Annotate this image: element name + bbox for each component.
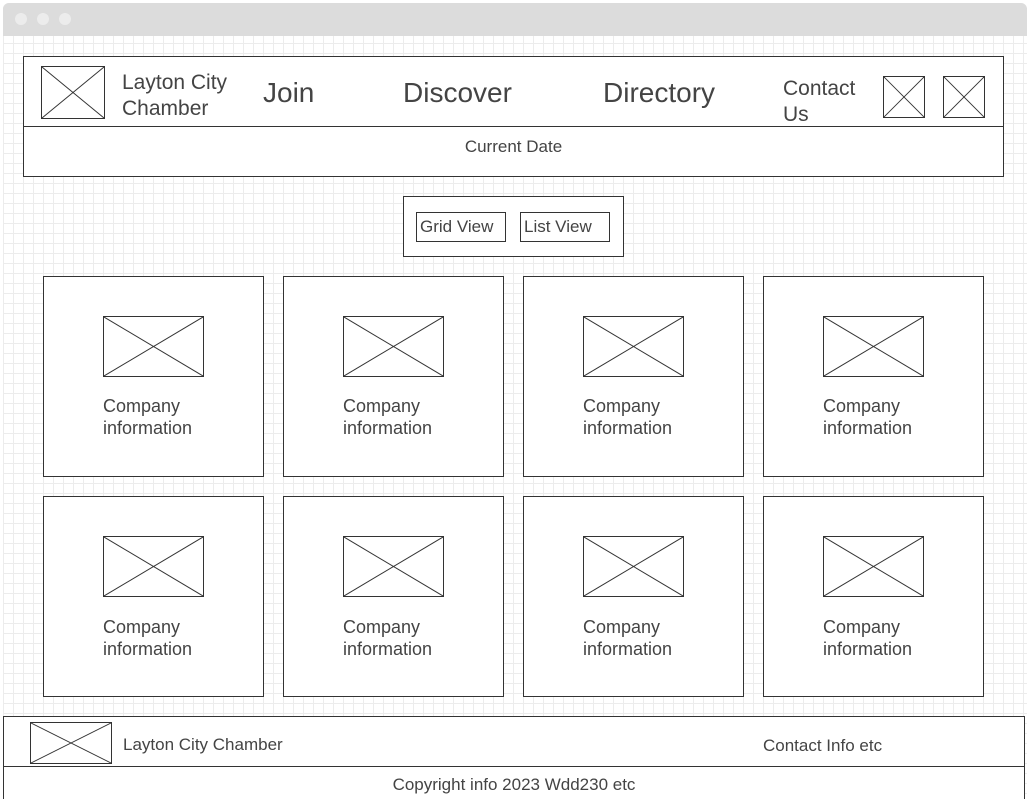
contact-line2: Us	[783, 103, 809, 126]
date-bar: Current Date	[23, 126, 1004, 177]
view-toggle: Grid View List View	[403, 196, 624, 257]
social-icon-placeholder[interactable]	[883, 76, 925, 118]
company-card[interactable]: Company information	[43, 496, 264, 697]
company-info: Company information	[343, 395, 432, 439]
company-info: Company information	[103, 395, 192, 439]
company-image-placeholder-icon	[823, 316, 924, 377]
company-info-line1: Company	[823, 396, 901, 416]
company-info: Company information	[583, 395, 672, 439]
footer-logo-placeholder-icon[interactable]	[30, 722, 112, 764]
company-image-placeholder-icon	[103, 536, 204, 597]
window-maximize-dot[interactable]	[59, 13, 71, 25]
company-info-line2: information	[823, 639, 913, 659]
footer-contact[interactable]: Contact Info etc	[763, 736, 882, 756]
nav-contact-us[interactable]: Contact Us	[783, 76, 855, 128]
company-info-line1: Company	[583, 396, 661, 416]
company-info-line1: Company	[103, 617, 181, 637]
nav-join[interactable]: Join	[263, 77, 314, 109]
company-info-line1: Company	[103, 396, 181, 416]
company-info-line2: information	[583, 418, 673, 438]
current-date: Current Date	[464, 137, 563, 156]
copyright-bar: Copyright info 2023 Wdd230 etc	[3, 766, 1025, 799]
company-image-placeholder-icon	[823, 536, 924, 597]
company-info-line1: Company	[823, 617, 901, 637]
company-image-placeholder-icon	[103, 316, 204, 377]
company-card[interactable]: Company information	[43, 276, 264, 477]
company-info: Company information	[103, 616, 192, 660]
brand-name[interactable]: Layton City Chamber	[122, 70, 227, 122]
company-info: Company information	[823, 395, 912, 439]
window-close-dot[interactable]	[15, 13, 27, 25]
site-header: Layton City Chamber Join Discover Direct…	[23, 56, 1004, 127]
company-card[interactable]: Company information	[763, 496, 984, 697]
company-info-line2: information	[343, 639, 433, 659]
company-info-line2: information	[103, 418, 193, 438]
nav-directory[interactable]: Directory	[603, 77, 715, 109]
contact-line1: Contact	[783, 77, 856, 100]
company-info-line2: information	[343, 418, 433, 438]
window-titlebar	[3, 3, 1027, 36]
company-info-line2: information	[823, 418, 913, 438]
company-card[interactable]: Company information	[283, 496, 504, 697]
window-minimize-dot[interactable]	[37, 13, 49, 25]
grid-view-button[interactable]: Grid View	[416, 212, 506, 242]
company-image-placeholder-icon	[343, 316, 444, 377]
brand-name-line2: Chamber	[122, 97, 209, 120]
company-info-line1: Company	[343, 617, 421, 637]
company-card[interactable]: Company information	[763, 276, 984, 477]
company-info: Company information	[343, 616, 432, 660]
company-info-line1: Company	[583, 617, 661, 637]
company-image-placeholder-icon	[343, 536, 444, 597]
company-info: Company information	[823, 616, 912, 660]
nav-discover[interactable]: Discover	[403, 77, 512, 109]
browser-window: Layton City Chamber Join Discover Direct…	[3, 3, 1027, 799]
company-info-line2: information	[583, 639, 673, 659]
company-card[interactable]: Company information	[283, 276, 504, 477]
social-icon-placeholder[interactable]	[943, 76, 985, 118]
site-footer: Layton City Chamber Contact Info etc	[3, 716, 1025, 767]
copyright-text: Copyright info 2023 Wdd230 etc	[392, 775, 636, 794]
company-info: Company information	[583, 616, 672, 660]
company-card[interactable]: Company information	[523, 496, 744, 697]
company-image-placeholder-icon	[583, 536, 684, 597]
footer-brand: Layton City Chamber	[123, 735, 283, 754]
company-card[interactable]: Company information	[523, 276, 744, 477]
logo-placeholder-icon[interactable]	[41, 66, 105, 119]
company-info-line2: information	[103, 639, 193, 659]
list-view-button[interactable]: List View	[520, 212, 610, 242]
company-info-line1: Company	[343, 396, 421, 416]
brand-name-line1: Layton City	[122, 71, 228, 94]
company-image-placeholder-icon	[583, 316, 684, 377]
